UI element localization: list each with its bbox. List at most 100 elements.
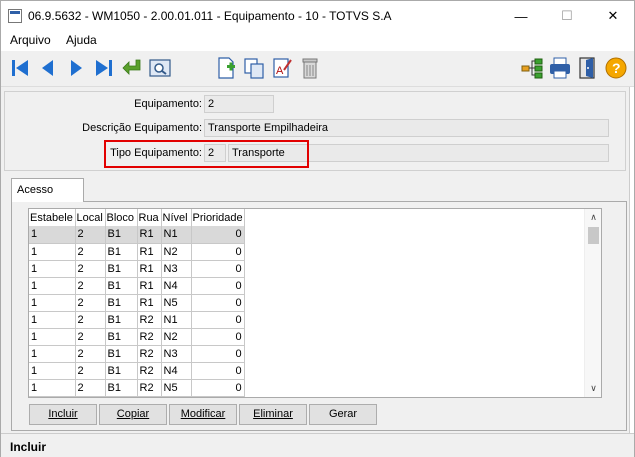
menu-ajuda[interactable]: Ajuda [66, 33, 97, 47]
table-row[interactable]: 1 2 B1 R2 N3 0 [29, 345, 245, 363]
previous-record-button[interactable] [35, 55, 61, 81]
table-cell: N3 [161, 345, 192, 363]
minimize-button[interactable]: — [498, 1, 544, 31]
scroll-up-icon[interactable]: ∧ [588, 212, 599, 223]
table-cell: 2 [75, 345, 106, 363]
column-header[interactable]: Local [75, 209, 106, 226]
goto-button[interactable] [119, 55, 145, 81]
last-icon [96, 60, 112, 76]
search-button[interactable] [147, 55, 173, 81]
equipamento-field[interactable]: 2 [204, 95, 274, 113]
copy-button[interactable] [241, 55, 267, 81]
table-cell: 2 [75, 311, 106, 329]
tree-button[interactable] [519, 55, 545, 81]
modificar-button[interactable]: Modificar [169, 404, 237, 425]
table-cell: N4 [161, 362, 192, 380]
table-cell: 0 [191, 328, 245, 346]
trash-icon [302, 58, 318, 79]
table-cell: R2 [137, 328, 162, 346]
table-cell: B1 [105, 243, 138, 261]
tab-acesso[interactable]: Acesso [11, 178, 84, 202]
table-row[interactable]: 1 2 B1 R2 N4 0 [29, 362, 245, 380]
table-row[interactable]: 1 2 B1 R2 N1 0 [29, 311, 245, 329]
table-cell: 1 [29, 243, 76, 261]
svg-text:A: A [276, 65, 284, 77]
table-cell: 1 [29, 311, 76, 329]
table-cell: N5 [161, 379, 192, 397]
table-cell: 2 [75, 260, 106, 278]
search-icon [149, 59, 171, 77]
table-row[interactable]: 1 2 B1 R1 N3 0 [29, 260, 245, 278]
copiar-label: Copiar [116, 408, 150, 420]
table-cell: B1 [105, 277, 138, 295]
copiar-button[interactable]: Copiar [99, 404, 167, 425]
eliminar-label: Eliminar [253, 408, 293, 420]
next-record-button[interactable] [63, 55, 89, 81]
gerar-label: Gerar [328, 408, 358, 420]
table-cell: 2 [75, 328, 106, 346]
maximize-button[interactable]: ☐ [544, 1, 590, 31]
table-cell: N2 [161, 328, 192, 346]
print-button[interactable] [547, 55, 573, 81]
table-row[interactable]: 1 2 B1 R1 N1 0 [29, 226, 245, 244]
table-cell: 2 [75, 226, 106, 244]
table-row[interactable]: 1 2 B1 R1 N5 0 [29, 294, 245, 312]
help-button[interactable]: ? [603, 55, 629, 81]
incluir-label: Incluir [48, 408, 78, 420]
scroll-down-icon[interactable]: ∨ [588, 383, 599, 394]
table-cell: 0 [191, 294, 245, 312]
table-cell: 2 [75, 277, 106, 295]
table-cell: 0 [191, 243, 245, 261]
table-row[interactable]: 1 2 B1 R1 N2 0 [29, 243, 245, 261]
table-cell: R2 [137, 345, 162, 363]
incluir-button[interactable]: Incluir [29, 404, 97, 425]
table-cell: R2 [137, 379, 162, 397]
previous-icon [42, 60, 53, 76]
grid-scrollbar[interactable]: ∧ ∨ [584, 209, 601, 397]
column-header[interactable]: Estabele [29, 209, 76, 226]
table-cell: N1 [161, 311, 192, 329]
acesso-grid[interactable]: Estabele Local Bloco Rua Nível Prioridad… [28, 208, 602, 398]
table-row[interactable]: 1 2 B1 R2 N2 0 [29, 328, 245, 346]
window-title: 06.9.5632 - WM1050 - 2.00.01.011 - Equip… [28, 9, 392, 23]
column-header[interactable]: Nível [161, 209, 192, 226]
table-cell: R2 [137, 362, 162, 380]
descricao-field[interactable]: Transporte Empilhadeira [204, 119, 609, 137]
table-cell: R1 [137, 243, 162, 261]
table-cell: 1 [29, 277, 76, 295]
table-cell: 0 [191, 345, 245, 363]
column-header[interactable]: Bloco [105, 209, 138, 226]
print-icon [550, 57, 570, 79]
table-cell: 2 [75, 379, 106, 397]
tipo-equipamento-highlight [104, 140, 309, 168]
table-cell: 2 [75, 294, 106, 312]
close-button[interactable]: ✕ [590, 1, 635, 31]
add-button[interactable] [213, 55, 239, 81]
app-window: 06.9.5632 - WM1050 - 2.00.01.011 - Equip… [0, 0, 635, 457]
table-row[interactable]: 1 2 B1 R1 N4 0 [29, 277, 245, 295]
exit-button[interactable] [575, 55, 601, 81]
table-cell: B1 [105, 328, 138, 346]
eliminar-button[interactable]: Eliminar [239, 404, 307, 425]
table-cell: B1 [105, 345, 138, 363]
table-cell: B1 [105, 226, 138, 244]
column-header[interactable]: Rua [137, 209, 162, 226]
gerar-button[interactable]: Gerar [309, 404, 377, 425]
menu-arquivo[interactable]: Arquivo [10, 33, 51, 47]
column-header[interactable]: Prioridade [191, 209, 245, 226]
return-arrow-icon [122, 59, 141, 75]
scroll-thumb[interactable] [588, 227, 599, 244]
toolbar: A ? [1, 51, 634, 87]
table-row[interactable]: 1 2 B1 R2 N5 0 [29, 379, 245, 397]
edit-icon: A [273, 58, 292, 78]
delete-button[interactable] [297, 55, 323, 81]
next-icon [71, 60, 82, 76]
table-cell: 0 [191, 362, 245, 380]
edit-button[interactable]: A [269, 55, 295, 81]
table-cell: N2 [161, 243, 192, 261]
help-icon: ? [605, 57, 627, 79]
last-record-button[interactable] [91, 55, 117, 81]
table-cell: 0 [191, 260, 245, 278]
first-record-button[interactable] [7, 55, 33, 81]
table-cell: N5 [161, 294, 192, 312]
